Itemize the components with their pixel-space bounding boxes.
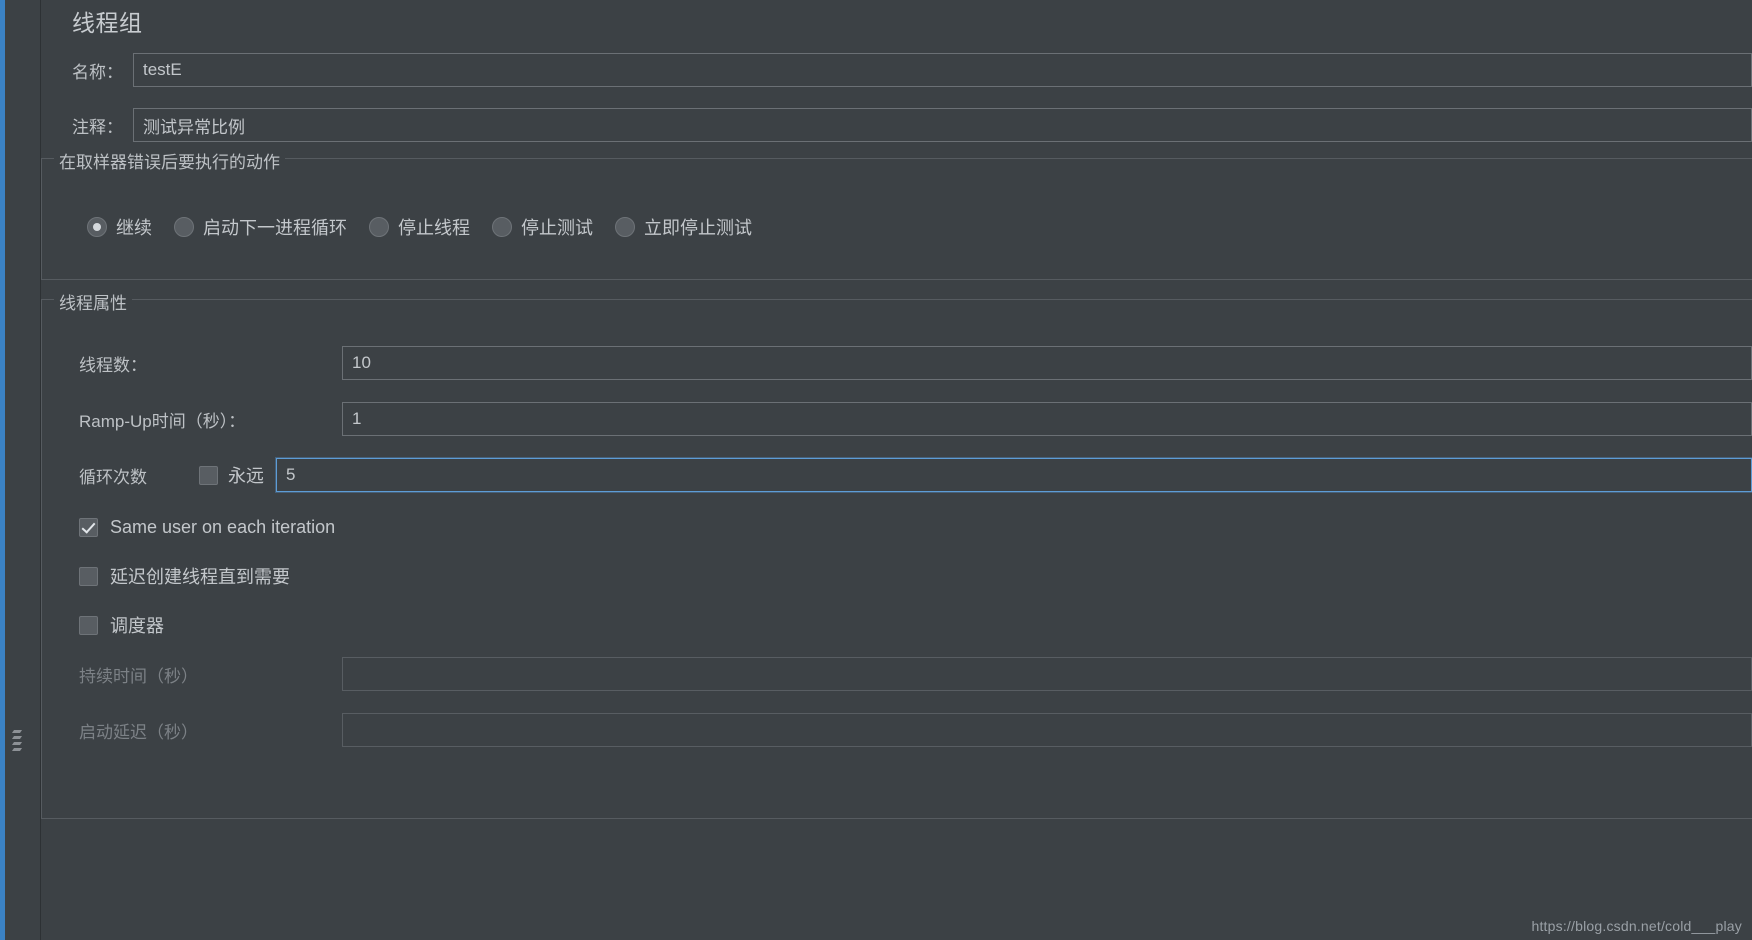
startup-delay-label: 启动延迟（秒）: [79, 722, 198, 742]
loop-count-label: 循环次数: [79, 467, 147, 487]
delay-thread-creation-checkbox[interactable]: [79, 566, 98, 586]
thread-properties-group-title: 线程属性: [54, 289, 132, 314]
page-title: 线程组: [72, 10, 143, 36]
radio-option-stop-test-now[interactable]: 立即停止测试: [615, 214, 752, 240]
delay-thread-creation-checkbox-row[interactable]: 延迟创建线程直到需要: [79, 561, 290, 591]
radio-label-start-next-loop: 启动下一进程循环: [203, 218, 347, 238]
name-input[interactable]: testE: [133, 53, 1752, 87]
split-pane-grip-icon[interactable]: [10, 720, 24, 760]
ramp-up-label: Ramp-Up时间（秒）：: [79, 411, 246, 431]
comment-label: 注释：: [72, 117, 123, 137]
same-user-label: Same user on each iteration: [110, 516, 336, 537]
loop-count-row: 循环次数 永远 5: [42, 457, 1752, 493]
thread-properties-groupbox: 线程属性 线程数： 10 Ramp-Up时间（秒）： 1 循环次数 永远 5 S…: [41, 289, 1752, 819]
duration-row: 持续时间（秒）: [42, 656, 1752, 692]
radio-option-stop-test[interactable]: 停止测试: [492, 214, 593, 240]
radio-label-stop-thread: 停止线程: [398, 218, 470, 238]
watermark-text: https://blog.csdn.net/cold___play: [1531, 918, 1742, 934]
ramp-up-row: Ramp-Up时间（秒）： 1: [42, 401, 1752, 437]
radio-icon-stop-test[interactable]: [492, 217, 512, 237]
same-user-checkbox[interactable]: [79, 517, 98, 537]
radio-option-start-next-loop[interactable]: 启动下一进程循环: [174, 214, 347, 240]
duration-label: 持续时间（秒）: [79, 666, 198, 686]
same-user-checkbox-row[interactable]: Same user on each iteration: [79, 512, 335, 542]
radio-icon-stop-test-now[interactable]: [615, 217, 635, 237]
forever-checkbox[interactable]: [199, 465, 218, 485]
comment-input[interactable]: 测试异常比例: [133, 108, 1752, 142]
comment-row: 注释： 测试异常比例: [41, 107, 1752, 143]
sampler-error-group-title: 在取样器错误后要执行的动作: [54, 148, 285, 173]
delay-thread-creation-label: 延迟创建线程直到需要: [110, 567, 290, 587]
sampler-error-radio-group: 继续 启动下一进程循环 停止线程 停止测试 立即停止测试: [87, 214, 774, 240]
thread-group-panel: 线程组 名称： testE 注释： 测试异常比例 在取样器错误后要执行的动作 继…: [41, 0, 1752, 940]
name-label: 名称：: [72, 62, 123, 82]
ramp-up-input[interactable]: 1: [342, 402, 1752, 436]
radio-option-stop-thread[interactable]: 停止线程: [369, 214, 470, 240]
startup-delay-row: 启动延迟（秒）: [42, 712, 1752, 748]
num-threads-label: 线程数：: [79, 355, 147, 375]
num-threads-input[interactable]: 10: [342, 346, 1752, 380]
forever-label: 永远: [228, 466, 264, 486]
startup-delay-input[interactable]: [342, 713, 1752, 747]
radio-icon-continue[interactable]: [87, 217, 107, 237]
scheduler-checkbox-row[interactable]: 调度器: [79, 610, 164, 640]
radio-icon-start-next-loop[interactable]: [174, 217, 194, 237]
name-row: 名称： testE: [41, 52, 1752, 88]
scheduler-checkbox[interactable]: [79, 615, 98, 635]
radio-label-stop-test: 停止测试: [521, 218, 593, 238]
duration-input[interactable]: [342, 657, 1752, 691]
radio-label-continue: 继续: [116, 218, 152, 238]
scheduler-label: 调度器: [110, 616, 164, 636]
radio-icon-stop-thread[interactable]: [369, 217, 389, 237]
loop-count-input[interactable]: 5: [276, 458, 1752, 492]
forever-checkbox-row[interactable]: 永远: [199, 462, 264, 488]
radio-option-continue[interactable]: 继续: [87, 214, 152, 240]
radio-label-stop-test-now: 立即停止测试: [644, 218, 752, 238]
num-threads-row: 线程数： 10: [42, 345, 1752, 381]
sampler-error-groupbox: 在取样器错误后要执行的动作 继续 启动下一进程循环 停止线程 停止测试 立即停止…: [41, 148, 1752, 280]
split-pane-gutter[interactable]: [5, 0, 41, 940]
